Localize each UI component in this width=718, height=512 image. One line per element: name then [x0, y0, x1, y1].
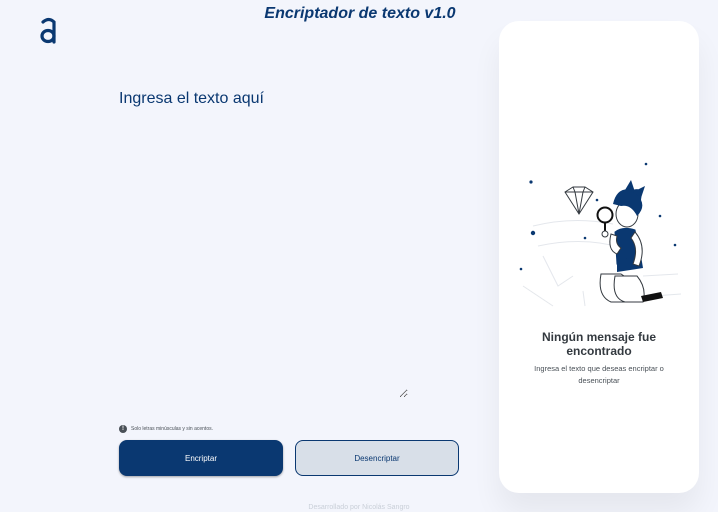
input-hint: ! Solo letras minúsculas y sin acentos.	[119, 425, 213, 433]
hint-text: Solo letras minúsculas y sin acentos.	[131, 426, 213, 432]
info-icon: !	[119, 425, 127, 433]
message-textarea[interactable]	[116, 88, 408, 398]
empty-state-title: Ningún mensaje fue encontrado	[541, 330, 657, 358]
footer-credit: Desarrollado por Nicolás Sangro	[308, 504, 410, 511]
encrypt-button[interactable]: Encriptar	[119, 440, 283, 476]
decrypt-button[interactable]: Desencriptar	[295, 440, 459, 476]
person-with-magnifier-illustration	[519, 162, 682, 307]
empty-state-subtitle: Ingresa el texto que deseas encriptar o …	[534, 364, 664, 385]
output-panel: Ningún mensaje fue encontrado Ingresa el…	[499, 21, 699, 493]
